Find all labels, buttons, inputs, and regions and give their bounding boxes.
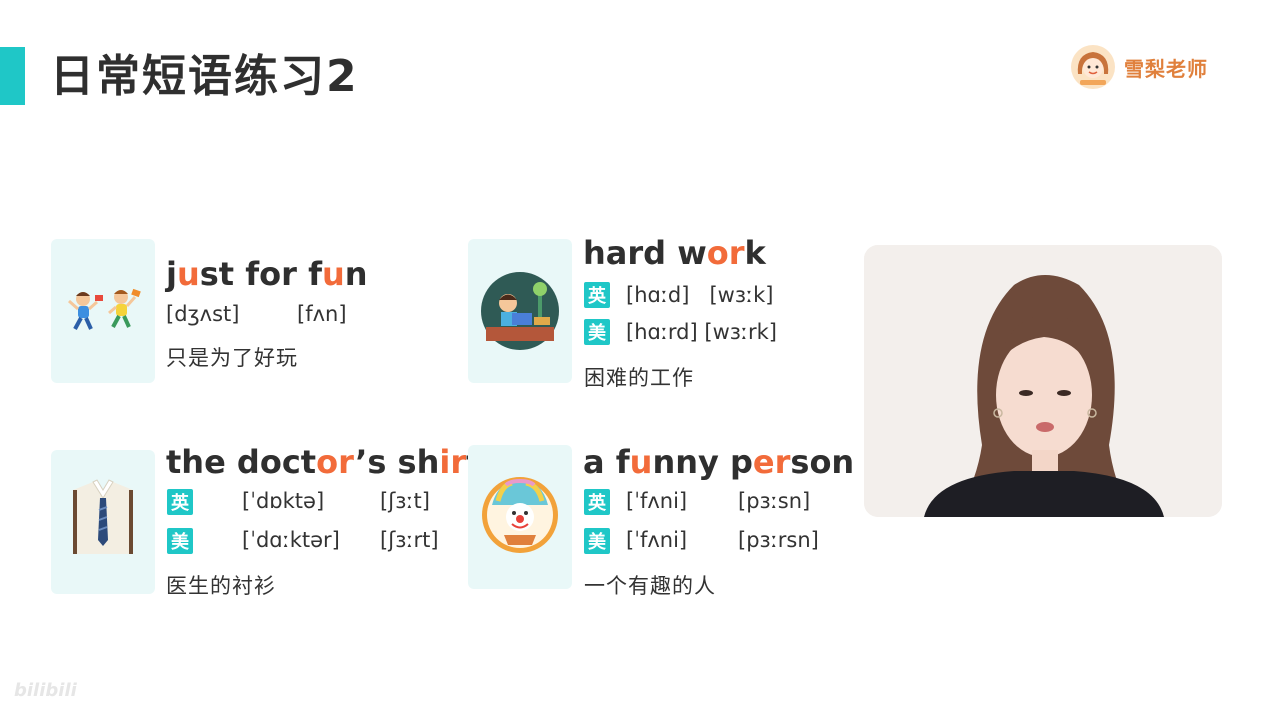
uk-tag: 英 bbox=[167, 489, 193, 515]
clown-icon bbox=[482, 477, 558, 553]
us-tag: 美 bbox=[584, 319, 610, 345]
card-image-doctors-shirt bbox=[51, 450, 155, 594]
phrase-a-funny-person: a funny person bbox=[583, 443, 855, 481]
uk-ipa-shirt: [ʃɜːt] bbox=[380, 489, 430, 513]
uk-ipa-doctor: [ˈdɒktə] bbox=[242, 489, 325, 513]
phrase-just-for-fun: just for fun bbox=[166, 255, 368, 293]
meaning-just-for-fun: 只是为了好玩 bbox=[166, 346, 298, 370]
ipa-fun: [fʌn] bbox=[297, 302, 347, 326]
us-pronunciation-doctors-shirt: 美 bbox=[167, 528, 193, 554]
uk-pronunciation-funny-person: 英 bbox=[584, 489, 610, 515]
teacher-avatar-icon bbox=[1071, 45, 1115, 89]
us-ipa-person: [pɜːrsn] bbox=[738, 528, 819, 552]
card-image-hard-work bbox=[468, 239, 572, 383]
us-tag: 美 bbox=[584, 528, 610, 554]
page-title: 日常短语练习2 bbox=[50, 51, 359, 102]
card-image-funny-person bbox=[468, 445, 572, 589]
brand-logo: 雪梨老师 bbox=[1070, 44, 1208, 90]
uk-tag: 英 bbox=[584, 489, 610, 515]
kids-playing-icon bbox=[68, 288, 141, 330]
brand-name: 雪梨老师 bbox=[1124, 56, 1208, 81]
meaning-funny-person: 一个有趣的人 bbox=[584, 574, 716, 598]
phrase-hard-work: hard work bbox=[583, 234, 766, 272]
student-working-icon bbox=[481, 272, 559, 350]
bilibili-watermark: bilibili bbox=[14, 680, 77, 701]
title-accent-bar bbox=[0, 47, 25, 105]
shirt-tie-icon bbox=[73, 479, 133, 554]
us-pronunciation-funny-person: 美 bbox=[584, 528, 610, 554]
uk-pronunciation-doctors-shirt: 英 bbox=[167, 489, 193, 515]
card-image-just-for-fun bbox=[51, 239, 155, 383]
meaning-hard-work: 困难的工作 bbox=[584, 366, 694, 390]
uk-pronunciation-hard-work: 英 [hɑːd] [wɜːk] bbox=[584, 282, 773, 308]
uk-tag: 英 bbox=[584, 282, 610, 308]
phrase-the-doctors-shirt: the doctor’s shirt bbox=[166, 443, 481, 481]
teacher-video bbox=[864, 245, 1222, 517]
us-ipa: [hɑːrd] [wɜːrk] bbox=[626, 320, 777, 344]
us-ipa-shirt: [ʃɜːrt] bbox=[380, 528, 439, 552]
meaning-doctors-shirt: 医生的衬衫 bbox=[166, 574, 276, 598]
teacher-portrait-icon bbox=[864, 245, 1222, 517]
uk-ipa-funny: [ˈfʌni] bbox=[626, 489, 688, 513]
ipa-just: [dʒʌst] bbox=[166, 302, 240, 326]
uk-ipa: [hɑːd] [wɜːk] bbox=[626, 283, 774, 307]
us-tag: 美 bbox=[167, 528, 193, 554]
us-ipa-funny: [ˈfʌni] bbox=[626, 528, 688, 552]
us-ipa-doctor: [ˈdɑːktər] bbox=[242, 528, 340, 552]
uk-ipa-person: [pɜːsn] bbox=[738, 489, 811, 513]
us-pronunciation-hard-work: 美 [hɑːrd] [wɜːrk] bbox=[584, 319, 777, 345]
